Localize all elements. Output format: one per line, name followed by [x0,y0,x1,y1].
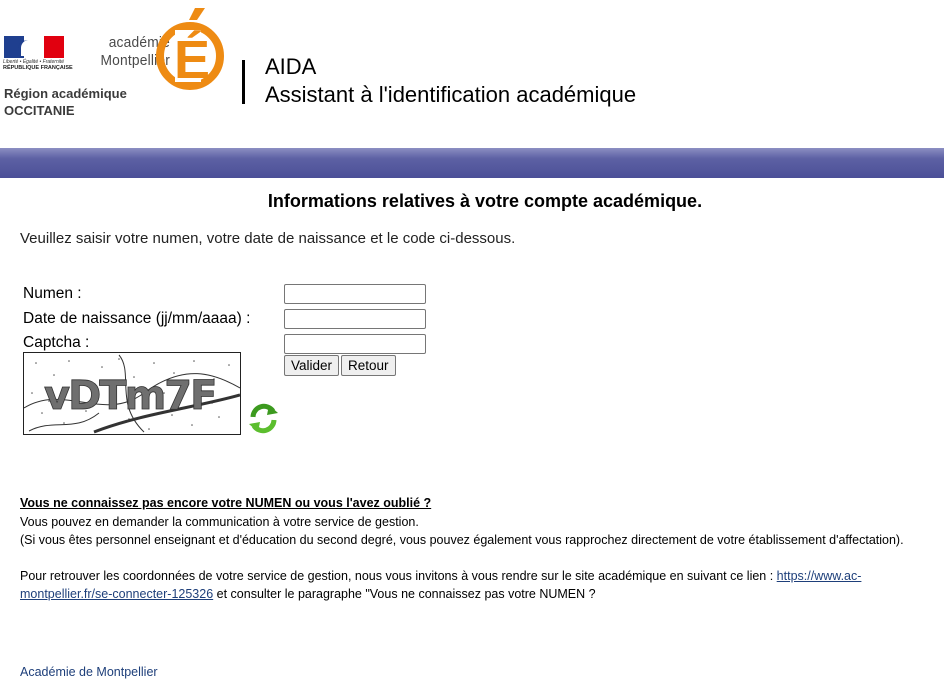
help-text-4: montpellier.fr/se-connecter-125326 et co… [20,587,596,601]
refresh-icon[interactable] [247,402,280,435]
numen-input[interactable] [284,284,426,304]
academie-link[interactable]: https://www.ac- [777,569,862,583]
dob-input[interactable] [284,309,426,329]
numen-help-question: Vous ne connaissez pas encore votre NUME… [20,496,432,510]
republic-name: RÉPUBLIQUE FRANÇAISE [3,65,73,71]
academie-link-continued[interactable]: montpellier.fr/se-connecter-125326 [20,587,213,601]
numen-label: Numen : [23,285,82,302]
dob-label: Date de naissance (jj/mm/aaaa) : [23,310,251,327]
academie-e-logo: É [156,8,224,90]
page-title: Informations relatives à votre compte ac… [267,191,703,211]
help-text-2: (Si vous êtes personnel enseignant et d'… [20,533,904,547]
captcha-image: vDTm7F [23,352,241,435]
page-header: Liberté • Égalité • Fraternité RÉPUBLIQU… [0,0,944,148]
captcha-input[interactable] [284,334,426,354]
app-subtitle: Assistant à l'identification académique [265,82,637,107]
valider-button[interactable]: Valider [284,355,340,376]
intro-text: Veuillez saisir votre numen, votre date … [20,230,516,247]
captcha-label: Captcha : [23,334,90,351]
header-divider [242,60,245,104]
region-name: Région académique OCCITANIE [4,86,127,118]
help-text-1: Vous pouvez en demander la communication… [20,515,419,529]
footer-academie: Académie de Montpellier [20,665,158,679]
svg-text:vDTm7F: vDTm7F [44,373,215,419]
svg-text:É: É [174,30,210,90]
retour-button[interactable]: Retour [341,355,396,376]
app-title: AIDA [265,54,317,79]
header-band [0,148,944,178]
help-text-3: Pour retrouver les coordonnées de votre … [20,569,862,583]
marianne-flag-logo [4,36,64,58]
